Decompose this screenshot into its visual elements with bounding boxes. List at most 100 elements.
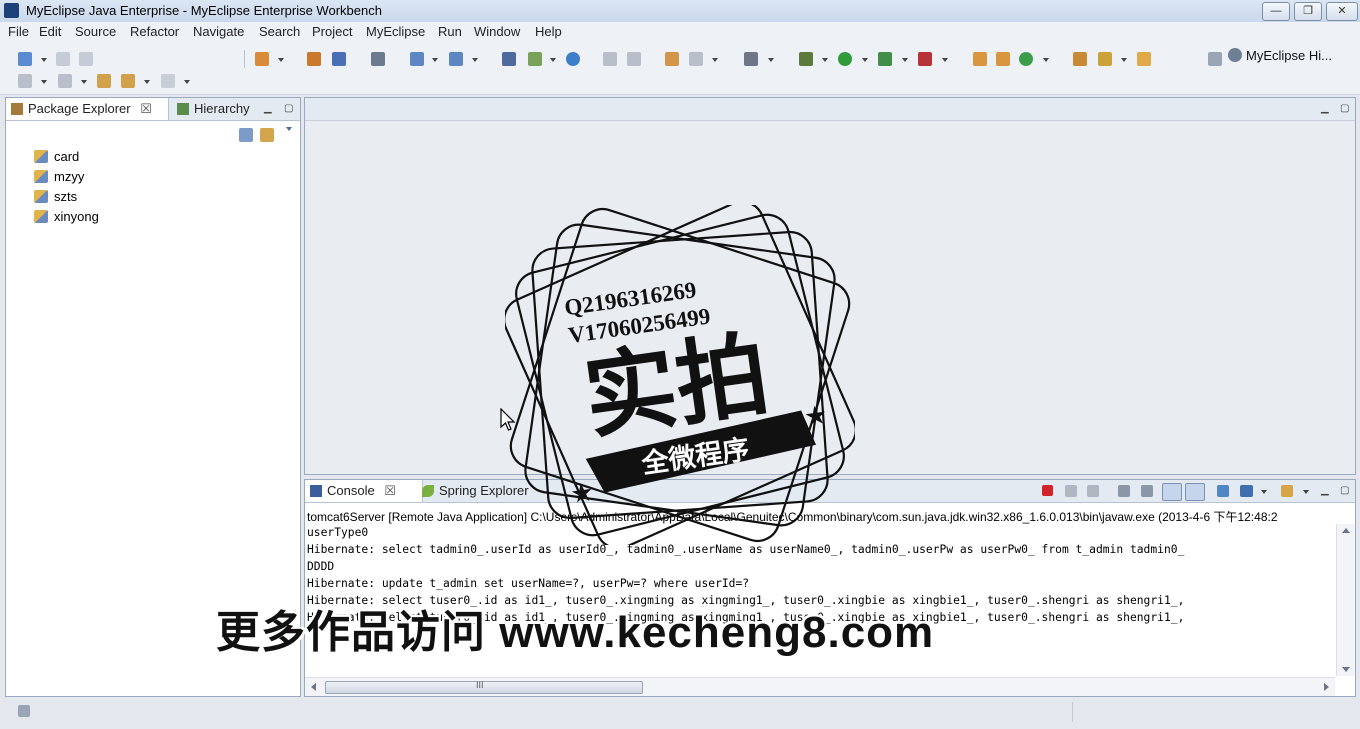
menu-edit[interactable]: Edit (39, 24, 61, 39)
run-external-icon[interactable] (878, 52, 892, 66)
jar-icon[interactable] (332, 52, 346, 66)
new-web-project-icon[interactable] (255, 52, 269, 66)
forward-icon[interactable] (161, 74, 175, 88)
list-item[interactable]: mzyy (34, 168, 84, 186)
new-dropdown-icon[interactable] (41, 58, 47, 62)
display-console-dropdown-icon[interactable] (1261, 490, 1267, 494)
redo-icon[interactable] (627, 52, 641, 66)
console-horizontal-scrollbar[interactable]: III (305, 677, 1335, 696)
collapse-all-icon[interactable] (239, 128, 253, 142)
back-icon[interactable] (121, 74, 135, 88)
menu-help[interactable]: Help (535, 24, 562, 39)
new-interface-icon[interactable] (996, 52, 1010, 66)
debug-icon[interactable] (799, 52, 813, 66)
save-icon[interactable] (56, 52, 70, 66)
remove-launch-icon[interactable] (1065, 485, 1077, 497)
list-item[interactable]: szts (34, 188, 77, 206)
menu-window[interactable]: Window (474, 24, 520, 39)
tab-spring-explorer[interactable]: Spring Explorer (417, 480, 529, 502)
deploy-icon[interactable] (410, 52, 424, 66)
new-class-icon[interactable] (973, 52, 987, 66)
tab-hierarchy[interactable]: Hierarchy (172, 98, 250, 120)
open-folder-icon[interactable] (1073, 52, 1087, 66)
open-console-dropdown-icon[interactable] (1303, 490, 1309, 494)
scroll-down-icon[interactable] (1342, 667, 1350, 672)
menu-source[interactable]: Source (75, 24, 116, 39)
refresh-icon[interactable] (1019, 52, 1033, 66)
scroll-lock-icon[interactable] (1141, 485, 1153, 497)
scroll-left-icon[interactable] (311, 683, 316, 691)
undo-icon[interactable] (603, 52, 617, 66)
deploy-dropdown-icon[interactable] (432, 58, 438, 62)
menu-run[interactable]: Run (438, 24, 462, 39)
stop-external-dropdown-icon[interactable] (942, 58, 948, 62)
menu-refactor[interactable]: Refactor (130, 24, 179, 39)
search-icon[interactable] (1098, 52, 1112, 66)
tab-package-explorer[interactable]: Package Explorer ☒ (6, 98, 169, 120)
show-on-stderr-icon[interactable] (1185, 483, 1205, 501)
stop-external-icon[interactable] (918, 52, 932, 66)
new-icon[interactable] (18, 52, 32, 66)
forward-dropdown-icon[interactable] (184, 80, 190, 84)
perspective-myeclipse-hibernate[interactable]: MyEclipse Hi... (1204, 48, 1344, 68)
gear-dropdown-icon[interactable] (712, 58, 718, 62)
display-console-icon[interactable] (1240, 485, 1253, 497)
pin-console-icon[interactable] (1217, 485, 1229, 497)
close-button[interactable]: ✕ (1326, 2, 1358, 21)
maximize-view-icon[interactable]: ▢ (284, 103, 293, 114)
minimize-console-icon[interactable]: ▁ (1321, 485, 1329, 496)
prev-annotation-dropdown-icon[interactable] (81, 80, 87, 84)
list-item[interactable]: card (34, 148, 79, 166)
debug-dropdown-icon[interactable] (822, 58, 828, 62)
camera-icon[interactable] (744, 52, 758, 66)
menu-project[interactable]: Project (312, 24, 352, 39)
prev-annotation-icon[interactable] (58, 74, 72, 88)
link-with-editor-icon[interactable] (260, 128, 274, 142)
next-annotation-dropdown-icon[interactable] (41, 80, 47, 84)
maximize-editor-icon[interactable]: ▢ (1340, 103, 1349, 114)
horizontal-scroll-thumb[interactable]: III (325, 680, 643, 694)
run-external-dropdown-icon[interactable] (902, 58, 908, 62)
web-project-dropdown-icon[interactable] (278, 58, 284, 62)
browser-icon[interactable] (528, 52, 542, 66)
package-icon[interactable] (307, 52, 321, 66)
close-tab-icon[interactable]: ☒ (384, 483, 396, 498)
next-annotation-icon[interactable] (18, 74, 32, 88)
database-icon[interactable] (371, 52, 385, 66)
console-vertical-scrollbar[interactable] (1336, 524, 1355, 676)
globe-icon[interactable] (566, 52, 580, 66)
show-on-stdout-icon[interactable] (1162, 483, 1182, 501)
run-server-icon[interactable] (502, 52, 516, 66)
menu-navigate[interactable]: Navigate (193, 24, 244, 39)
remove-all-icon[interactable] (1087, 485, 1099, 497)
tab-console[interactable]: Console ☒ (305, 480, 423, 502)
last-edit-icon[interactable] (97, 74, 111, 88)
view-menu-icon[interactable] (286, 127, 292, 131)
search-dropdown-icon[interactable] (1121, 58, 1127, 62)
browser-dropdown-icon[interactable] (550, 58, 556, 62)
fast-view-icon[interactable] (18, 705, 30, 717)
server-icon[interactable] (449, 52, 463, 66)
run-dropdown-icon[interactable] (862, 58, 868, 62)
scroll-right-icon[interactable] (1324, 683, 1329, 691)
list-item[interactable]: xinyong (34, 208, 99, 226)
camera-dropdown-icon[interactable] (768, 58, 774, 62)
refresh-dropdown-icon[interactable] (1043, 58, 1049, 62)
close-tab-icon[interactable]: ☒ (140, 101, 152, 116)
folder-icon[interactable] (1137, 52, 1151, 66)
minimize-editor-icon[interactable]: ▁ (1321, 103, 1329, 114)
run-icon[interactable] (838, 52, 852, 66)
minimize-button[interactable]: — (1262, 2, 1290, 21)
terminate-icon[interactable] (1042, 485, 1053, 496)
maximize-console-icon[interactable]: ▢ (1340, 485, 1349, 496)
maximize-button[interactable]: ❐ (1294, 2, 1322, 21)
minimize-view-icon[interactable]: ▁ (264, 103, 272, 114)
open-type-icon[interactable] (665, 52, 679, 66)
menu-search[interactable]: Search (259, 24, 300, 39)
print-icon[interactable] (79, 52, 93, 66)
back-dropdown-icon[interactable] (144, 80, 150, 84)
gear-icon[interactable] (689, 52, 703, 66)
clear-console-icon[interactable] (1118, 485, 1130, 497)
menu-myeclipse[interactable]: MyEclipse (366, 24, 425, 39)
server-dropdown-icon[interactable] (472, 58, 478, 62)
